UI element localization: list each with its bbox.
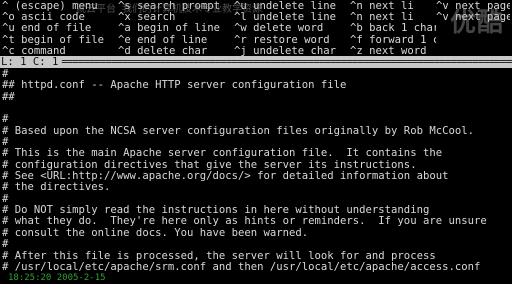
editor-line: # /usr/local/etc/apache/srm.conf and the…	[2, 261, 481, 273]
help-menu-item: ^u end of file	[2, 23, 92, 35]
editor-line: # Do NOT simply read the instructions in…	[2, 205, 430, 217]
editor-text-area[interactable]: # ## httpd.conf -- Apache HTTP server con…	[2, 69, 510, 274]
editor-line: # After this file is processed, the serv…	[2, 250, 436, 262]
cursor-position: L: 1 C: 1	[1, 56, 59, 68]
editor-line: # consult the online docs. You have been…	[2, 227, 309, 239]
editor-line: ## httpd.conf -- Apache HTTP server conf…	[2, 80, 347, 92]
editor-line: # configuration directives that give the…	[2, 159, 417, 171]
editor-line: #	[2, 239, 9, 251]
editor-line: #	[2, 193, 9, 205]
help-menu-item: ^n next li	[350, 12, 414, 24]
help-menu-item: ^b back 1 char	[350, 23, 436, 35]
watermark-text: 就云平台 我们的计算机技术专业教学资源	[76, 4, 263, 15]
help-menu-item: ^f forward 1 char	[350, 34, 436, 46]
help-menu-item: ^r restore word	[234, 34, 330, 46]
editor-line: # what they do. They're here only as hin…	[2, 216, 487, 228]
help-menu-item: ^a begin of line	[118, 23, 221, 35]
help-menu-item: ^w delete word	[234, 23, 324, 35]
watermark-logo: 优酷	[449, 8, 504, 38]
status-bar-fill: ========================================…	[61, 56, 512, 68]
help-menu-item: ^t begin of file	[2, 34, 105, 46]
editor-line: # See <URL:http://www.apache.org/docs/> …	[2, 171, 449, 183]
editor-line: ##	[2, 91, 15, 103]
help-menu-item: ^e end of line	[118, 34, 208, 46]
editor-line: # This is the main Apache server configu…	[2, 148, 443, 160]
editor-line: # the directives.	[2, 182, 111, 194]
editor-line: #	[2, 137, 9, 149]
editor-line: #	[2, 69, 9, 80]
help-menu-item: ^n next li	[350, 1, 414, 12]
clock: 18:25:20 2005-2-15	[8, 273, 106, 283]
editor-line: #	[2, 114, 9, 126]
editor-line: # Based upon the NCSA server configurati…	[2, 125, 474, 137]
status-bar: L: 1 C: 1 ===============================…	[0, 56, 512, 68]
